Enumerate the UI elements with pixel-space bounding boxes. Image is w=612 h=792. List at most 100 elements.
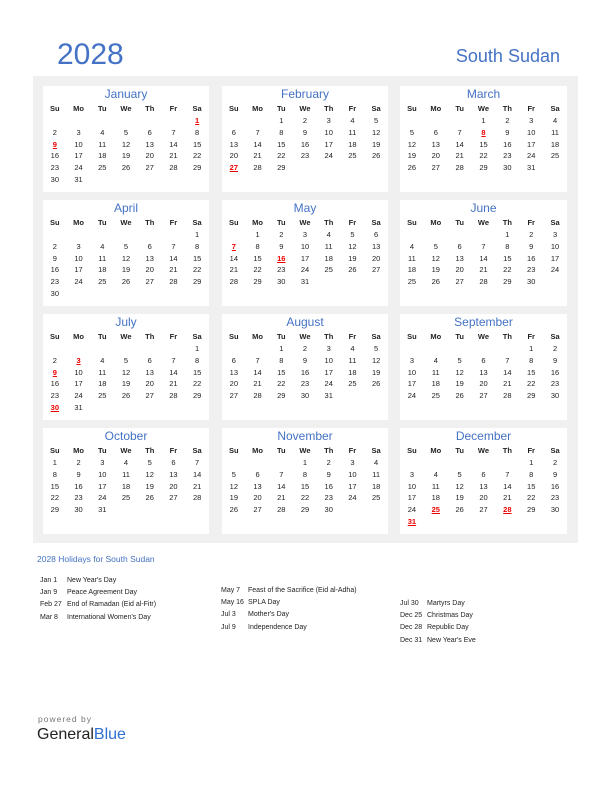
day: 16 — [50, 379, 60, 389]
weekday-header: Su Mo Tu We Th Fr Sa — [222, 217, 388, 229]
day: 8 — [255, 241, 260, 251]
holiday-row: Jan 1 New Year's Day — [40, 575, 156, 587]
month-january: January Su Mo Tu We Th Fr Sa 1 2 3 4 5 6 7 8 9 10 11 12 13 14… — [43, 86, 209, 192]
day: 10 — [324, 127, 333, 137]
weekday: Sa — [192, 104, 202, 113]
weekday: Sa — [550, 104, 560, 113]
day: 16 — [550, 367, 560, 377]
holiday-day: 8 — [481, 127, 486, 137]
day: 26 — [431, 277, 440, 287]
day: 24 — [74, 277, 83, 287]
day: 29 — [503, 277, 512, 287]
day: 28 — [455, 163, 464, 173]
day: 4 — [433, 469, 438, 479]
day: 9 — [302, 127, 308, 137]
day: 17 — [74, 379, 83, 389]
holiday-name: End of Ramadan (Eid al-Fitr) — [67, 601, 157, 609]
day: 8 — [279, 127, 284, 137]
day: 20 — [371, 253, 381, 263]
day: 12 — [121, 139, 131, 149]
day: 13 — [455, 253, 464, 263]
day: 29 — [192, 163, 202, 173]
day: 20 — [145, 151, 154, 161]
weekday: Tu — [455, 218, 464, 227]
day: 19 — [371, 139, 381, 149]
day: 25 — [324, 265, 333, 275]
day: 10 — [74, 139, 83, 149]
day: 17 — [550, 253, 560, 263]
day: 13 — [169, 469, 178, 479]
day: 22 — [50, 493, 60, 503]
weekday: Su — [50, 446, 60, 455]
holiday-row: Jan 9 Peace Agreement Day — [40, 587, 156, 599]
holiday-column: Jan 1 New Year's Day Jan 9 Peace Agreement … — [40, 575, 156, 624]
day: 16 — [324, 481, 333, 491]
holiday-day: 27 — [229, 163, 239, 173]
month-december: December Su Mo Tu We Th Fr Sa 1 2 3 4 5 6 7 8 9 10 11 12 13 1… — [400, 428, 567, 534]
day: 12 — [371, 355, 381, 365]
day: 4 — [100, 355, 105, 365]
weekday: We — [120, 332, 132, 341]
weekday: We — [299, 446, 311, 455]
month-march: March Su Mo Tu We Th Fr Sa 1 2 3 4 5 6 7 8 9 10 11 12 13 14 15… — [400, 86, 567, 192]
day: 10 — [550, 241, 560, 251]
weekday: Su — [50, 332, 60, 341]
weekday: Mo — [73, 446, 84, 455]
day: 22 — [479, 151, 488, 161]
weekday: Mo — [73, 332, 84, 341]
day: 21 — [192, 481, 202, 491]
weekday: Su — [50, 104, 60, 113]
day: 23 — [277, 265, 286, 275]
day: 17 — [407, 493, 417, 503]
day: 3 — [326, 116, 331, 125]
day: 9 — [52, 253, 57, 263]
day: 21 — [253, 151, 262, 161]
day: 10 — [527, 127, 536, 137]
weekday-header: Su Mo Tu We Th Fr Sa — [400, 217, 567, 229]
weekday: Sa — [371, 332, 381, 341]
day: 11 — [324, 241, 333, 251]
day: 26 — [121, 277, 131, 287]
day: 11 — [98, 139, 107, 149]
day: 27 — [145, 163, 154, 173]
day: 1 — [195, 344, 200, 353]
weekday: We — [477, 446, 490, 455]
day: 8 — [505, 241, 510, 251]
day: 12 — [371, 127, 381, 137]
day: 19 — [407, 151, 417, 161]
month-october: October Su Mo Tu We Th Fr Sa 1 2 3 4 5 6 7 8 9 10 11 12 13 14… — [43, 428, 209, 534]
weekday: Th — [324, 332, 334, 341]
day: 7 — [195, 458, 200, 467]
day: 8 — [52, 469, 57, 479]
day: 23 — [550, 379, 560, 389]
day: 3 — [409, 355, 414, 365]
day: 5 — [409, 127, 414, 137]
weekday: Sa — [550, 332, 560, 341]
day: 25 — [348, 151, 357, 161]
day: 16 — [50, 151, 60, 161]
day: 17 — [74, 265, 83, 275]
holiday-name: Republic Day — [427, 624, 469, 632]
day: 11 — [98, 253, 107, 263]
day: 10 — [348, 469, 357, 479]
holiday-date: Mar 8 — [40, 613, 58, 621]
day: 1 — [279, 116, 284, 125]
day: 14 — [169, 253, 178, 263]
holiday-name: New Year's Eve — [427, 636, 476, 644]
day: 5 — [123, 127, 129, 137]
month-august: August Su Mo Tu We Th Fr Sa 1 2 3 4 5 6 7 8 9 10 11 12 13 14 1… — [222, 314, 388, 420]
day: 13 — [479, 481, 488, 491]
day: 26 — [229, 505, 239, 515]
day: 30 — [324, 505, 333, 515]
holiday-date: May 7 — [221, 587, 241, 594]
holiday-day: 7 — [231, 241, 236, 251]
day: 6 — [231, 127, 236, 137]
day: 14 — [253, 367, 262, 377]
day: 4 — [374, 458, 379, 467]
day: 9 — [505, 127, 510, 137]
day: 25 — [98, 163, 107, 173]
day: 30 — [527, 277, 536, 287]
day: 28 — [277, 505, 286, 515]
day: 10 — [324, 355, 333, 365]
day: 9 — [529, 241, 534, 251]
